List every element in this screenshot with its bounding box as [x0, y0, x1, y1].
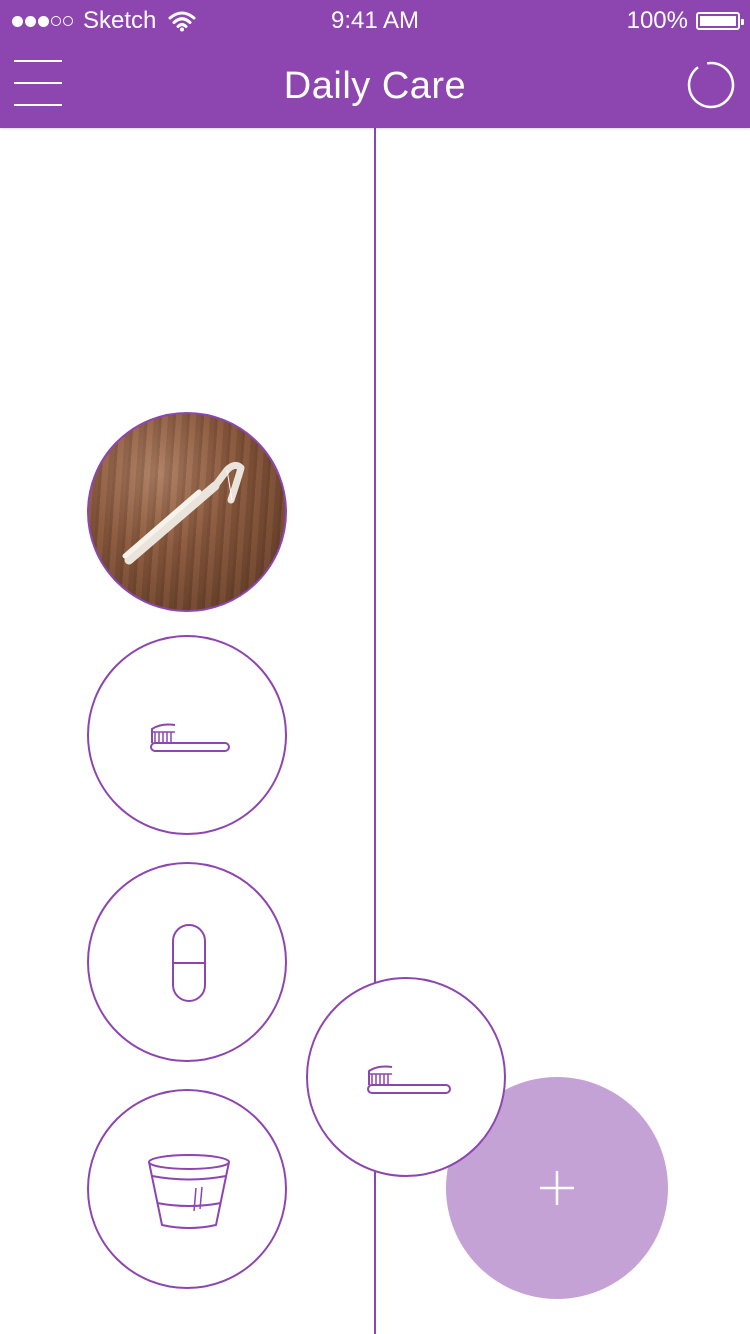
pill-capsule-icon — [172, 924, 206, 1002]
task-pill-button[interactable] — [87, 862, 287, 1062]
toothbrush-icon — [367, 1065, 451, 1094]
status-bar: Sketch 9:41 AM 100% — [0, 0, 750, 40]
battery-percentage: 100% — [626, 7, 688, 34]
dragging-brush-task[interactable] — [306, 977, 506, 1177]
page-title: Daily Care — [283, 65, 467, 107]
progress-ring-icon[interactable] — [686, 60, 736, 110]
app-root: Sketch 9:41 AM 100% Daily Care — [0, 0, 750, 1334]
task-brush-button[interactable] — [87, 635, 287, 835]
status-right: 100% — [626, 6, 744, 36]
battery-cap — [741, 19, 744, 25]
rinse-cup-icon — [148, 1154, 230, 1229]
task-floss-button[interactable] — [87, 412, 287, 612]
battery-icon — [696, 12, 744, 30]
app-header: Sketch 9:41 AM 100% Daily Care — [0, 0, 750, 128]
task-rinse-button[interactable] — [87, 1089, 287, 1289]
floss-pick-photo — [122, 461, 245, 565]
toothbrush-icon — [150, 723, 230, 752]
battery-fill — [700, 16, 736, 26]
